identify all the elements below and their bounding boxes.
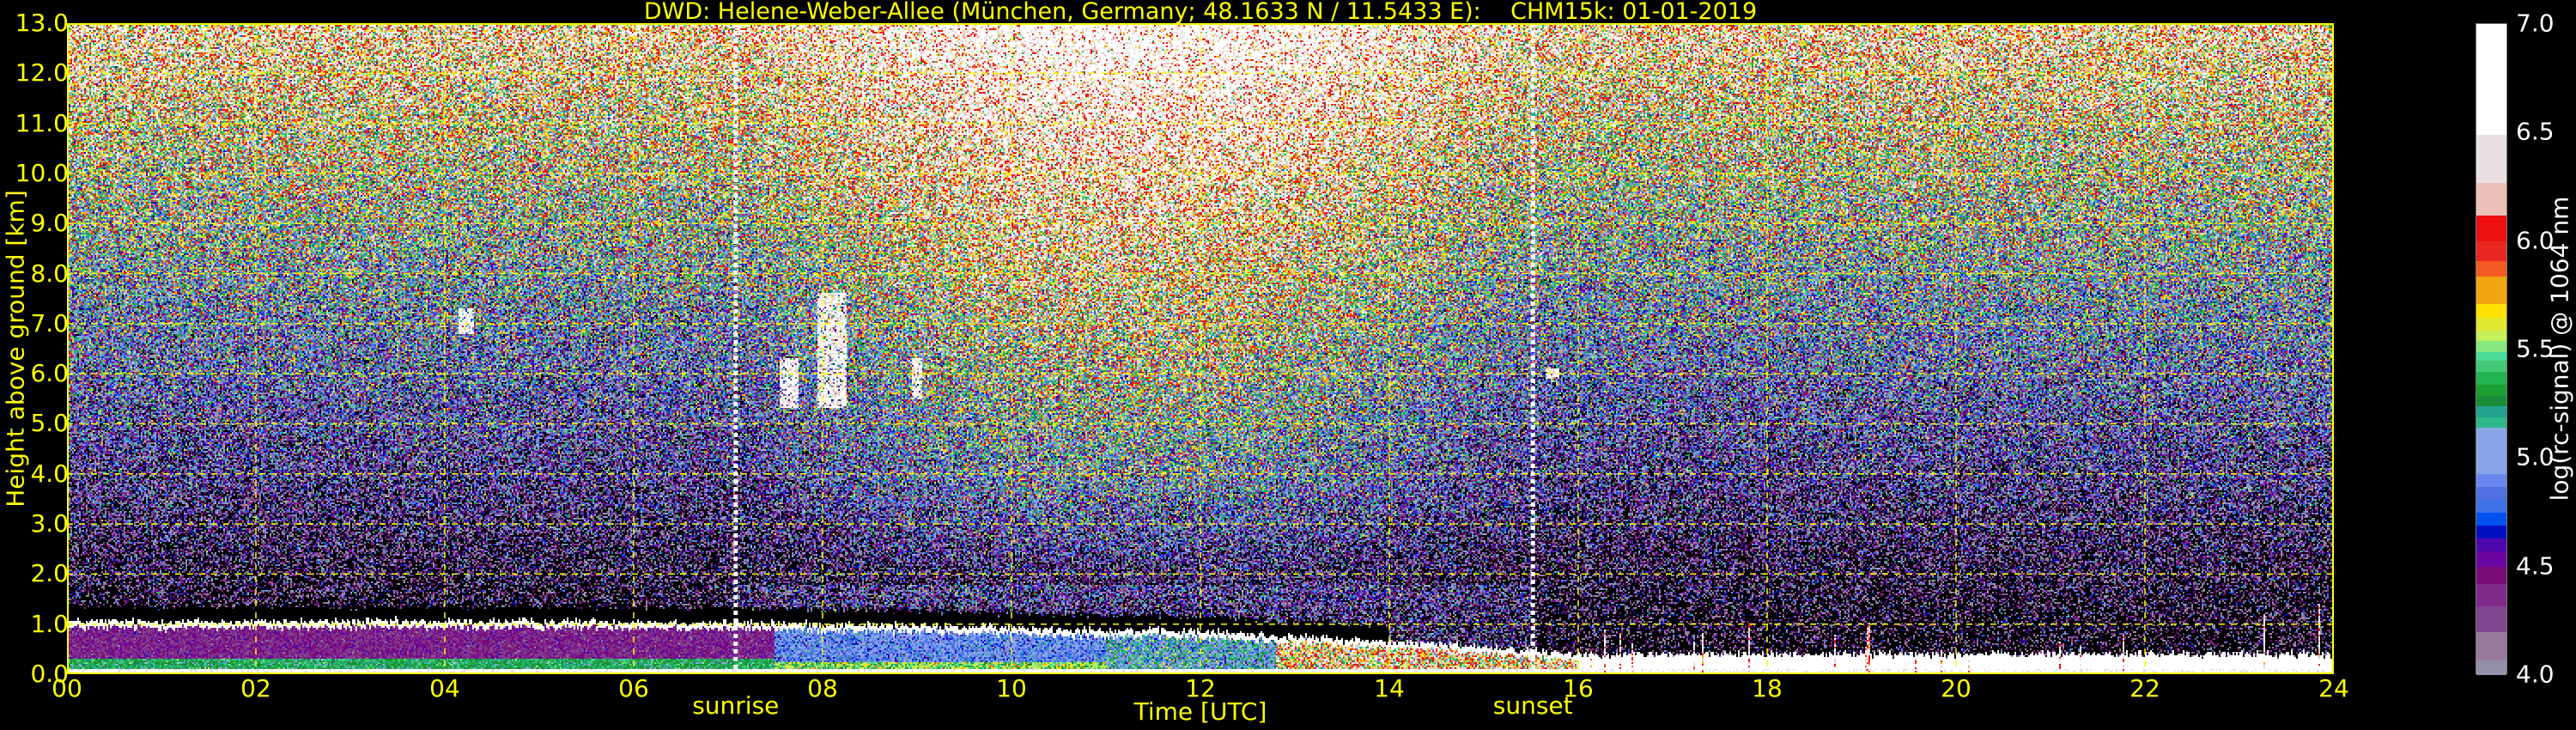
y-tick-label: 7.0	[30, 308, 69, 338]
colorbar-bin	[2476, 371, 2506, 385]
colorbar-tick-label: 7.0	[2516, 9, 2555, 38]
x-tick-label: 00	[52, 674, 82, 703]
colorbar	[2476, 23, 2507, 676]
sunset-label: sunset	[1492, 691, 1573, 720]
sunrise-label: sunrise	[692, 691, 780, 720]
colorbar-bin	[2476, 566, 2506, 585]
y-tick-label: 5.0	[30, 409, 69, 438]
colorbar-bin	[2476, 417, 2506, 429]
colorbar-bin	[2476, 276, 2506, 305]
colorbar-bin	[2476, 427, 2506, 474]
colorbar-bin	[2476, 605, 2506, 632]
colorbar-bin	[2476, 215, 2506, 242]
x-tick-label: 18	[1752, 674, 1783, 703]
colorbar-bin	[2476, 473, 2506, 487]
y-tick-label: 10.0	[15, 158, 69, 187]
colorbar-bin	[2476, 631, 2506, 660]
colorbar-bin	[2476, 660, 2506, 676]
y-tick-label: 11.0	[15, 108, 69, 137]
y-tick-label: 2.0	[30, 559, 69, 588]
y-tick-label: 4.0	[30, 459, 69, 488]
x-tick-label: 08	[807, 674, 838, 703]
y-tick-label: 13.0	[15, 9, 69, 37]
y-tick-label: 6.0	[30, 359, 69, 388]
colorbar-bin	[2476, 360, 2506, 372]
colorbar-bin	[2476, 384, 2506, 396]
colorbar-bin	[2476, 24, 2506, 136]
colorbar-bin	[2476, 182, 2506, 216]
plot-area	[67, 23, 2334, 674]
colorbar-bin	[2476, 134, 2506, 183]
chart-title: DWD: Helene-Weber-Allee (München, German…	[643, 0, 1758, 25]
colorbar-label: log(rc-signal) @ 1064 nm	[2545, 196, 2574, 502]
y-tick-label: 3.0	[30, 509, 69, 538]
colorbar-bin	[2476, 340, 2506, 353]
colorbar-bin	[2476, 260, 2506, 277]
x-tick-label: 06	[618, 674, 649, 703]
x-tick-label: 22	[2129, 674, 2160, 703]
x-tick-label: 20	[1941, 674, 1971, 703]
colorbar-bin	[2476, 512, 2506, 526]
x-tick-label: 24	[2318, 674, 2349, 703]
colorbar-bin	[2476, 525, 2506, 539]
colorbar-bin	[2476, 303, 2506, 318]
colorbar-tick-label: 4.0	[2516, 660, 2555, 689]
x-tick-label: 12	[1185, 674, 1216, 703]
y-tick-label: 12.0	[15, 58, 69, 88]
colorbar-bin	[2476, 486, 2506, 500]
y-tick-label: 8.0	[30, 259, 69, 288]
x-tick-label: 16	[1563, 674, 1594, 703]
colorbar-bin	[2476, 240, 2506, 261]
y-tick-label: 9.0	[30, 209, 69, 238]
colorbar-bin	[2476, 551, 2506, 568]
x-tick-label: 14	[1374, 674, 1405, 703]
colorbar-tick-label: 4.5	[2516, 551, 2555, 581]
colorbar-tick-label: 6.5	[2516, 117, 2555, 146]
colorbar-bin	[2476, 330, 2506, 342]
colorbar-bin	[2476, 538, 2506, 552]
colorbar-bin	[2476, 395, 2506, 407]
x-tick-label: 02	[240, 674, 271, 703]
colorbar-bin	[2476, 317, 2506, 331]
x-tick-label: 10	[996, 674, 1027, 703]
colorbar-bin	[2476, 351, 2506, 362]
x-tick-label: 04	[429, 674, 460, 703]
colorbar-bin	[2476, 499, 2506, 513]
y-axis-label: Height above ground [km]	[1, 190, 30, 508]
grid-overlay	[67, 23, 2334, 674]
colorbar-bin	[2476, 405, 2506, 417]
colorbar-bin	[2476, 583, 2506, 606]
y-tick-label: 1.0	[30, 609, 69, 638]
